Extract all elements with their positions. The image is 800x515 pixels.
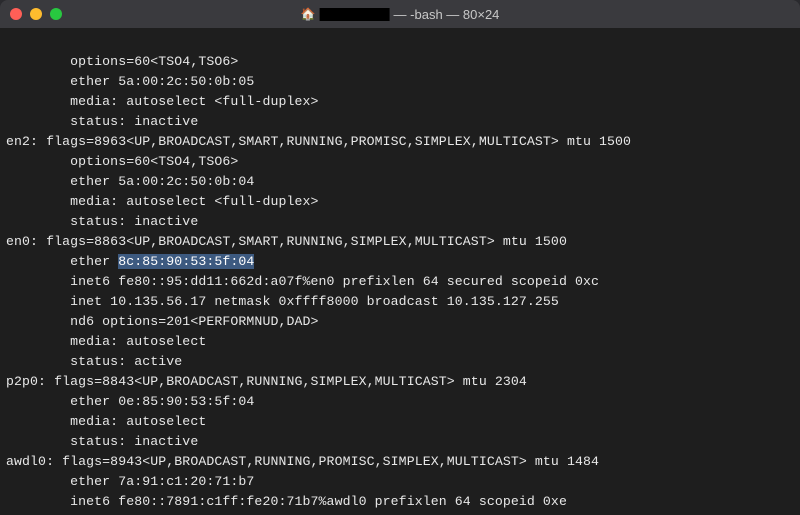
window-title: 🏠 — -bash — 80×24 [301,7,500,22]
title-suffix: — -bash — 80×24 [394,7,500,22]
output-line: ether 5a:00:2c:50:0b:04 [6,174,254,189]
output-line: nd6 options=201<PERFORMNUD,DAD> [6,314,319,329]
output-line: ether 7a:91:c1:20:71:b7 [6,474,254,489]
close-button[interactable] [10,8,22,20]
output-line: ether 0e:85:90:53:5f:04 [6,394,254,409]
minimize-button[interactable] [30,8,42,20]
output-line: media: autoselect [6,334,206,349]
maximize-button[interactable] [50,8,62,20]
output-line: en0: flags=8863<UP,BROADCAST,SMART,RUNNI… [6,234,567,249]
output-line: options=60<TSO4,TSO6> [6,154,238,169]
output-line: status: inactive [6,434,198,449]
output-line: ether 8c:85:90:53:5f:04 [6,254,254,269]
output-line: inet6 fe80::95:dd11:662d:a07f%en0 prefix… [6,274,599,289]
terminal-output[interactable]: options=60<TSO4,TSO6> ether 5a:00:2c:50:… [0,28,800,515]
output-line: status: inactive [6,214,198,229]
output-line: awdl0: flags=8943<UP,BROADCAST,RUNNING,P… [6,454,599,469]
output-line: media: autoselect <full-duplex> [6,94,319,109]
redacted-username [320,8,390,21]
output-line: media: autoselect [6,414,206,429]
window-titlebar: 🏠 — -bash — 80×24 [0,0,800,28]
traffic-lights [10,8,62,20]
output-line: options=60<TSO4,TSO6> [6,54,238,69]
output-line: media: autoselect <full-duplex> [6,194,319,209]
output-line: inet 10.135.56.17 netmask 0xffff8000 bro… [6,294,559,309]
output-line: ether 5a:00:2c:50:0b:05 [6,74,254,89]
output-line: inet6 fe80::7891:c1ff:fe20:71b7%awdl0 pr… [6,494,567,509]
home-icon: 🏠 [301,7,316,21]
output-line: p2p0: flags=8843<UP,BROADCAST,RUNNING,SI… [6,374,527,389]
selected-text: 8c:85:90:53:5f:04 [118,254,254,269]
output-line: en2: flags=8963<UP,BROADCAST,SMART,RUNNI… [6,134,631,149]
output-line: status: inactive [6,114,198,129]
output-line: status: active [6,354,182,369]
